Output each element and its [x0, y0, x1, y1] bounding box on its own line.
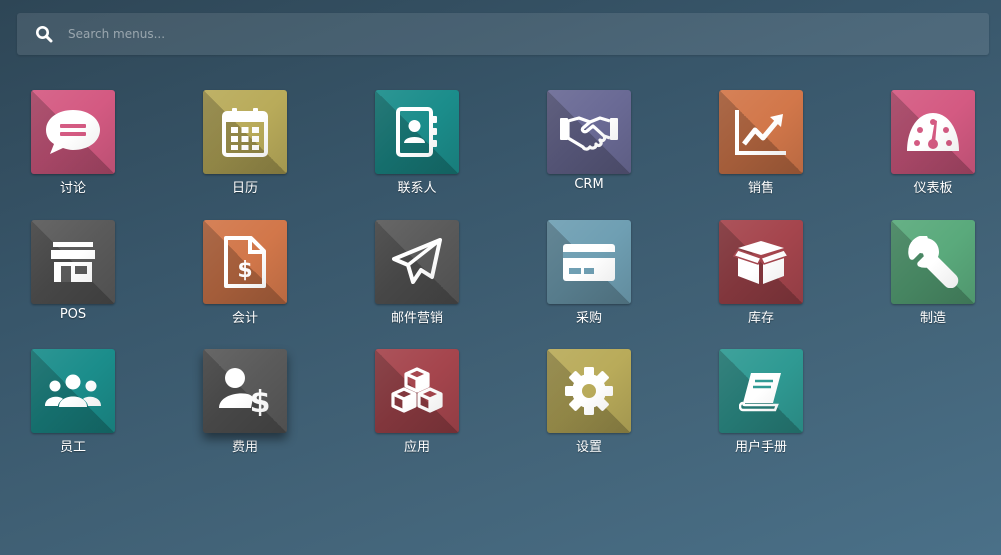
chat-bubble-icon	[46, 110, 100, 154]
svg-text:$: $	[250, 385, 271, 416]
store-icon	[51, 242, 95, 282]
app-tile[interactable]	[719, 220, 803, 304]
app-expenses[interactable]: $ 费用	[185, 349, 305, 459]
app-tile[interactable]	[375, 220, 459, 304]
app-purchase[interactable]: 采购	[529, 220, 649, 330]
app-label: 销售	[747, 181, 774, 196]
user-dollar-icon: $	[219, 368, 271, 416]
credit-card-icon	[563, 244, 615, 281]
app-tile[interactable]	[891, 220, 975, 304]
app-crm[interactable]: CRM	[529, 90, 649, 200]
app-contacts[interactable]: 联系人	[357, 90, 477, 200]
invoice-dollar-icon: $	[224, 236, 266, 288]
app-sales[interactable]: 销售	[701, 90, 821, 200]
app-tile[interactable]	[31, 90, 115, 174]
app-tile[interactable]	[547, 349, 631, 433]
app-label: 员工	[59, 440, 86, 455]
app-label: 库存	[747, 311, 774, 326]
app-tile[interactable]	[719, 349, 803, 433]
app-email-marketing[interactable]: 邮件营销	[357, 220, 477, 330]
search-input[interactable]	[66, 12, 989, 56]
book-icon	[739, 373, 781, 412]
app-tile[interactable]: $	[203, 220, 287, 304]
app-label: 设置	[575, 440, 602, 455]
app-accounting[interactable]: $ 会计	[185, 220, 305, 330]
app-tile[interactable]: $	[203, 349, 287, 433]
handshake-icon	[560, 116, 618, 151]
app-label: 联系人	[397, 181, 437, 196]
calendar-icon	[222, 108, 268, 157]
app-label: 制造	[919, 311, 946, 326]
app-tile[interactable]	[31, 220, 115, 304]
app-inventory[interactable]: 库存	[701, 220, 821, 330]
app-label: POS	[59, 307, 87, 322]
gear-icon	[565, 367, 613, 415]
app-employees[interactable]: 员工	[13, 349, 133, 459]
app-label: 仪表板	[913, 181, 953, 196]
app-label: 邮件营销	[390, 311, 443, 326]
app-tile[interactable]	[547, 220, 631, 304]
box-icon	[732, 241, 790, 284]
app-calendar[interactable]: 日历	[185, 90, 305, 200]
app-label: 采购	[575, 311, 602, 326]
app-label: CRM	[574, 177, 604, 192]
app-label: 应用	[403, 440, 430, 455]
sales-chart-icon	[735, 110, 786, 155]
search-icon[interactable]	[34, 24, 54, 44]
app-tile[interactable]	[31, 349, 115, 433]
app-tile[interactable]	[719, 90, 803, 174]
paper-plane-icon	[392, 238, 442, 284]
app-discuss[interactable]: 讨论	[13, 90, 133, 200]
app-user-manual[interactable]: 用户手册	[701, 349, 821, 459]
app-apps[interactable]: 应用	[357, 349, 477, 459]
app-tile[interactable]	[547, 90, 631, 174]
team-users-icon	[45, 374, 101, 407]
app-pos[interactable]: POS	[13, 220, 133, 330]
search-bar[interactable]	[17, 12, 989, 56]
app-tile[interactable]	[891, 90, 975, 174]
app-label: 用户手册	[734, 440, 787, 455]
app-tile[interactable]	[203, 90, 287, 174]
dashboard-gauge-icon	[907, 113, 959, 151]
app-tile[interactable]	[375, 90, 459, 174]
app-dashboard[interactable]: 仪表板	[873, 90, 993, 200]
app-settings[interactable]: 设置	[529, 349, 649, 459]
cubes-icon	[391, 367, 443, 413]
app-label: 日历	[231, 181, 258, 196]
app-label: 会计	[231, 311, 258, 326]
app-manufacturing[interactable]: 制造	[873, 220, 993, 330]
app-label: 讨论	[59, 181, 86, 196]
app-label: 费用	[231, 440, 258, 455]
address-book-icon	[396, 107, 437, 157]
wrench-icon	[908, 236, 959, 288]
svg-text:$: $	[237, 258, 252, 283]
app-tile[interactable]	[375, 349, 459, 433]
